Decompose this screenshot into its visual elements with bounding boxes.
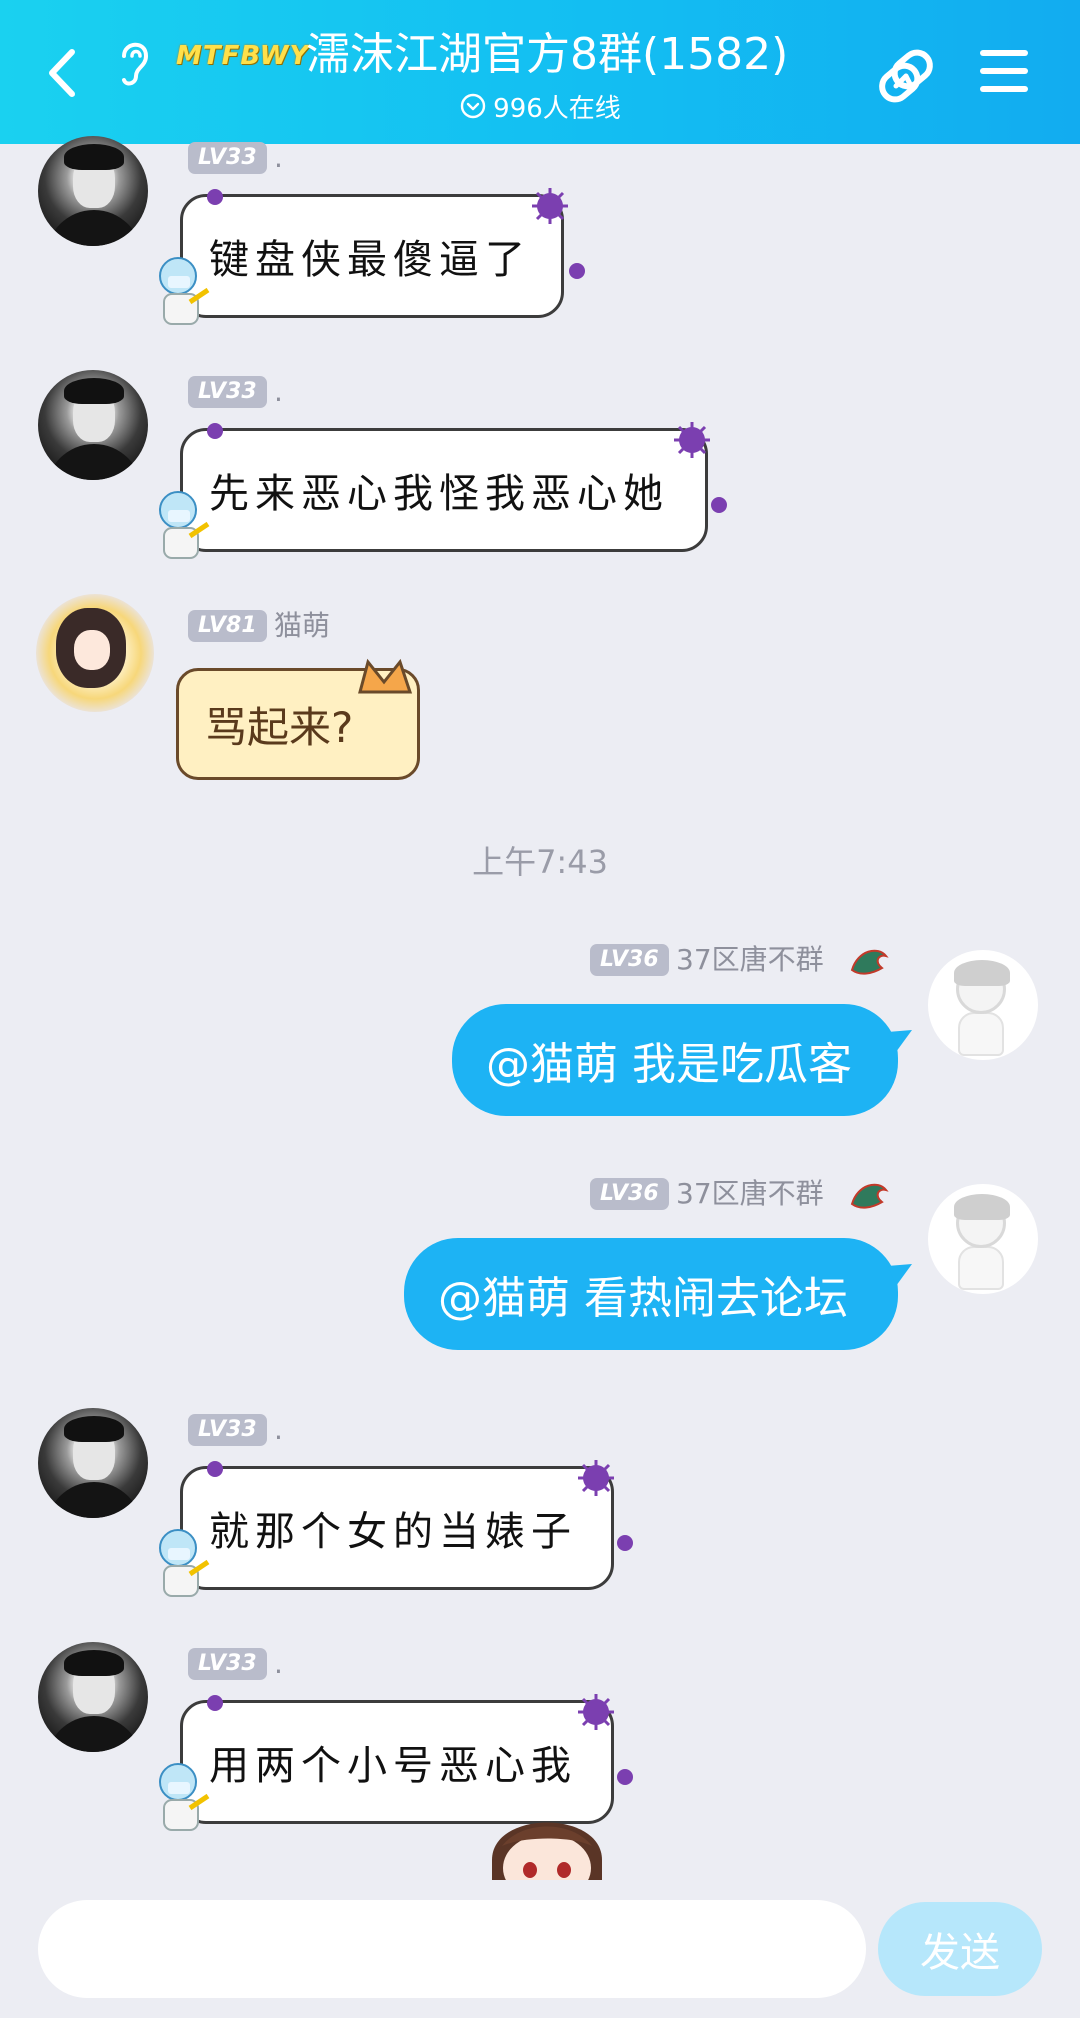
sender-name: 37区唐不群 [676, 1177, 824, 1210]
level-badge: LV33 [188, 142, 267, 174]
message-bubble[interactable]: 键盘侠最傻逼了 [180, 194, 564, 318]
virus-decoration-icon [617, 1535, 633, 1551]
level-badge: LV36 [590, 1178, 669, 1210]
avatar[interactable] [36, 594, 154, 712]
message-text: @猫萌 我是吃瓜客 [486, 1039, 852, 1090]
virus-decoration-icon [207, 423, 223, 439]
level-badge: LV33 [188, 1648, 267, 1680]
sender-name: . [274, 375, 283, 408]
virus-decoration-icon [569, 263, 585, 279]
virus-decoration-icon [617, 1769, 633, 1785]
avatar[interactable] [38, 1642, 148, 1752]
virus-decoration-icon [578, 1460, 614, 1496]
avatar[interactable] [928, 950, 1038, 1060]
virus-decoration-icon [532, 188, 568, 224]
virus-decoration-icon [578, 1694, 614, 1730]
menu-button[interactable] [976, 46, 1032, 96]
message-text: @猫萌 看热闹去论坛 [438, 1273, 848, 1324]
level-badge: LV33 [188, 376, 267, 408]
message-bubble[interactable]: @猫萌 我是吃瓜客 [452, 1004, 898, 1116]
message-text: 就那个女的当婊子 [209, 1509, 577, 1555]
nurse-decoration-icon [159, 1529, 210, 1597]
share-button[interactable] [870, 40, 942, 112]
message-text: 键盘侠最傻逼了 [209, 237, 531, 283]
link-share-icon [879, 49, 933, 103]
virus-decoration-icon [674, 422, 710, 458]
level-badge: LV33 [188, 1414, 267, 1446]
avatar[interactable] [928, 1184, 1038, 1294]
hamburger-menu-icon [980, 50, 1028, 92]
dragon-badge-icon [850, 949, 889, 975]
virus-decoration-icon [207, 1695, 223, 1711]
sender-name: . [274, 1413, 283, 1446]
bubble-tail [888, 1264, 912, 1286]
message-input[interactable] [38, 1900, 866, 1998]
group-title[interactable]: 濡沫江湖官方8群(1582) [306, 22, 788, 88]
sender-name: 37区唐不群 [676, 943, 824, 976]
avatar[interactable] [38, 1408, 148, 1518]
send-button[interactable]: 发送 [878, 1902, 1042, 1996]
cat-ears-decoration-icon [358, 658, 413, 694]
avatar[interactable] [38, 136, 148, 246]
message-bubble[interactable]: 就那个女的当婊子 [180, 1466, 614, 1590]
sender-name: 猫萌 [274, 609, 331, 642]
sender-name: . [274, 141, 283, 174]
level-badge: LV36 [590, 944, 669, 976]
chat-screen: MTFBWY 濡沫江湖官方8群(1582) 996人在线 LV33 . 键盘侠最… [0, 0, 1080, 2018]
ear-button[interactable] [112, 34, 156, 90]
message-bubble[interactable]: 先来恶心我怪我恶心她 [180, 428, 708, 552]
virus-decoration-icon [711, 497, 727, 513]
message-bubble[interactable]: @猫萌 看热闹去论坛 [404, 1238, 898, 1350]
message-text: 先来恶心我怪我恶心她 [209, 471, 669, 517]
level-badge: LV81 [188, 610, 267, 642]
virus-decoration-icon [207, 1461, 223, 1477]
message-text: 骂起来? [205, 702, 354, 752]
virus-decoration-icon [207, 189, 223, 205]
nurse-decoration-icon [159, 491, 210, 559]
chevron-down-circle-icon [460, 93, 486, 119]
online-count-label: 996人在线 [493, 93, 621, 124]
nurse-decoration-icon [159, 1763, 210, 1831]
bubble-tail [888, 1030, 912, 1052]
timestamp: 上午7:43 [472, 843, 608, 881]
chat-header: MTFBWY 濡沫江湖官方8群(1582) 996人在线 [0, 0, 1080, 144]
avatar[interactable] [38, 370, 148, 480]
nurse-decoration-icon [159, 257, 210, 325]
sender-name: . [274, 1647, 283, 1680]
input-bar: 发送 [0, 1880, 1080, 2018]
ear-icon [122, 42, 149, 86]
group-badge: MTFBWY [176, 41, 310, 71]
message-text: 用两个小号恶心我 [209, 1743, 577, 1789]
dragon-badge-icon [850, 1183, 889, 1209]
